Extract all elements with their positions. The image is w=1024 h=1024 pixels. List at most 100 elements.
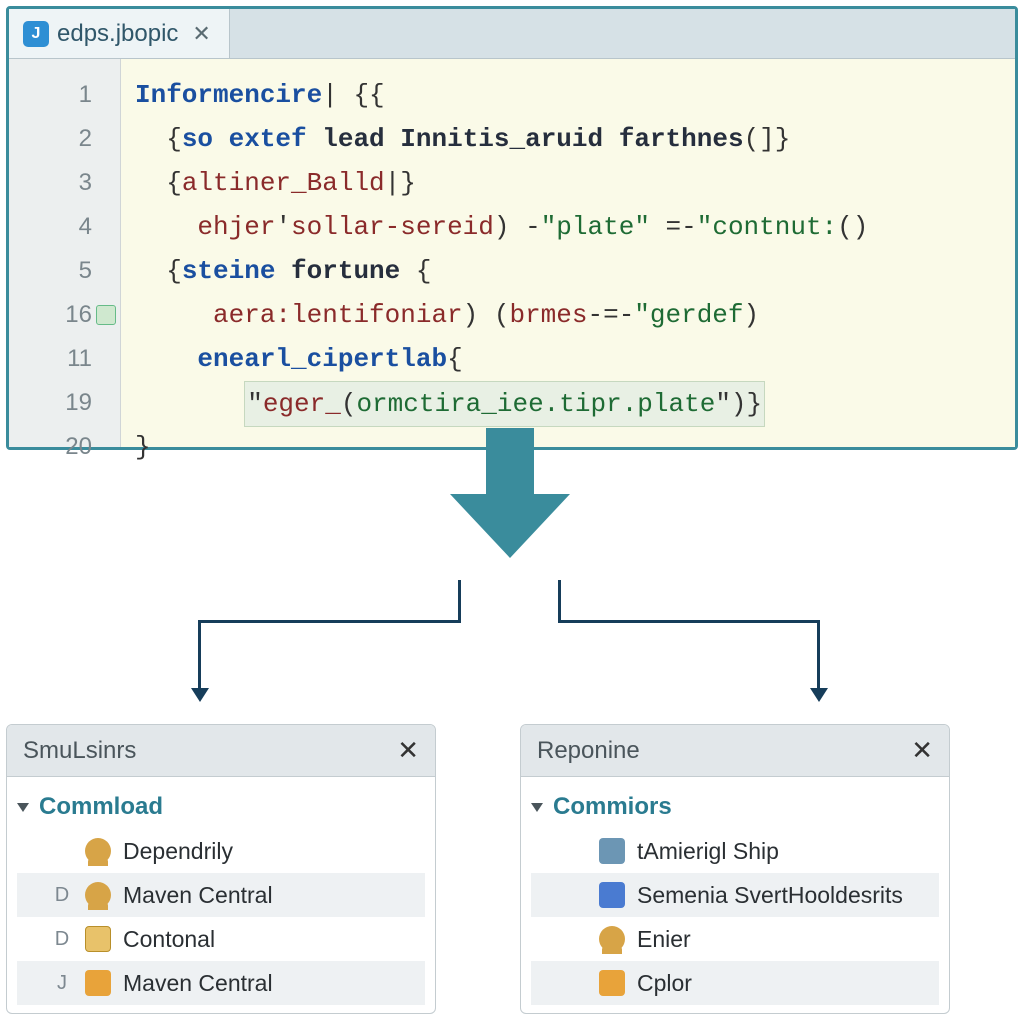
editor-tab[interactable]: edps.jbopic ✕ xyxy=(9,9,230,58)
doc-icon xyxy=(85,926,111,952)
code-line[interactable]: enearl_cipertlab{ xyxy=(135,337,1003,381)
tree-item-label: Contonal xyxy=(123,926,215,953)
chevron-down-icon xyxy=(531,803,543,812)
editor-tabbar: edps.jbopic ✕ xyxy=(9,9,1015,59)
gutter-line: 2 xyxy=(9,117,120,161)
code-token: { xyxy=(135,168,182,198)
tree-item-label: Semenia SvertHooldesrits xyxy=(637,882,903,909)
folder-icon xyxy=(85,970,111,996)
tree-item[interactable]: Cplor xyxy=(531,961,939,1005)
code-line[interactable]: Informencire| {{ xyxy=(135,73,1003,117)
code-line[interactable]: {steine fortune { xyxy=(135,249,1003,293)
tree-item[interactable]: J Maven Central xyxy=(17,961,425,1005)
code-token: "contnut: xyxy=(697,212,837,242)
code-token: } xyxy=(135,432,151,462)
left-panel: SmuLsinrs ✕ Commload DependrilyDMaven Ce… xyxy=(6,724,436,1014)
tree-item[interactable]: Dependrily xyxy=(17,829,425,873)
gutter-line: 1 xyxy=(9,73,120,117)
code-line[interactable]: aera:lentifoniar) (brmes-=-"gerdef) xyxy=(135,293,1003,337)
card-icon xyxy=(599,882,625,908)
close-icon[interactable]: ✕ xyxy=(911,735,933,766)
code-token: (]} xyxy=(744,124,791,154)
code-token: { xyxy=(400,256,431,286)
code-token: () xyxy=(837,212,868,242)
code-token: ) xyxy=(744,300,760,330)
code-token: farthnes xyxy=(619,124,744,154)
code-token: brmes xyxy=(509,300,587,330)
right-panel-title: Reponine xyxy=(537,737,640,765)
code-editor-panel: edps.jbopic ✕ 1234516111920 Informencire… xyxy=(6,6,1018,450)
code-token: |} xyxy=(385,168,416,198)
gutter-line: 4 xyxy=(9,205,120,249)
tree-root-label: Commiors xyxy=(553,793,672,821)
code-token: lead xyxy=(322,124,384,154)
code-token xyxy=(135,300,213,330)
code-line[interactable]: {altiner_Balld|} xyxy=(135,161,1003,205)
editor-tab-filename: edps.jbopic xyxy=(57,20,178,48)
code-token: =- xyxy=(650,212,697,242)
code-token: "plate" xyxy=(541,212,650,242)
code-token: " xyxy=(247,389,263,419)
item-badge: D xyxy=(51,884,73,907)
code-token: so extef xyxy=(182,124,307,154)
code-token: "gerdef xyxy=(634,300,743,330)
highlighted-snippet: "eger_(ormctira_iee.tipr.plate")} xyxy=(244,381,765,427)
tree-item[interactable]: Semenia SvertHooldesrits xyxy=(531,873,939,917)
person-icon xyxy=(599,926,625,952)
person-icon xyxy=(85,882,111,908)
code-token xyxy=(135,212,197,242)
right-panel-header: Reponine ✕ xyxy=(521,725,949,777)
gutter-line: 11 xyxy=(9,337,120,381)
item-badge: D xyxy=(51,928,73,951)
gutter-line: 5 xyxy=(9,249,120,293)
flow-arrow-down-icon xyxy=(450,428,570,568)
item-badge: J xyxy=(51,972,73,995)
code-token: ) ( xyxy=(463,300,510,330)
tree-item[interactable]: D Contonal xyxy=(17,917,425,961)
chevron-down-icon xyxy=(17,803,29,812)
tree-root-label: Commload xyxy=(39,793,163,821)
code-line[interactable]: {so extef lead Innitis_aruid farthnes(]} xyxy=(135,117,1003,161)
db-icon xyxy=(599,838,625,864)
code-token xyxy=(307,124,323,154)
editor-code-area[interactable]: Informencire| {{ {so extef lead Innitis_… xyxy=(121,59,1015,447)
close-icon[interactable]: ✕ xyxy=(397,735,419,766)
tree-item-label: Cplor xyxy=(637,970,692,997)
folder-icon xyxy=(599,970,625,996)
code-line[interactable]: "eger_(ormctira_iee.tipr.plate")} xyxy=(135,381,1003,425)
code-token: ehjer xyxy=(197,212,275,242)
tree-item[interactable]: Enier xyxy=(531,917,939,961)
code-token: steine xyxy=(182,256,276,286)
code-line[interactable]: ehjer'sollar-sereid) -"plate" =-"contnut… xyxy=(135,205,1003,249)
java-file-icon xyxy=(23,21,49,47)
tree-item-label: Enier xyxy=(637,926,691,953)
tree-item-label: tAmierigl Ship xyxy=(637,838,779,865)
code-token: ' xyxy=(275,212,291,242)
tree-root[interactable]: Commload xyxy=(17,785,425,829)
code-token xyxy=(275,256,291,286)
left-panel-title: SmuLsinrs xyxy=(23,737,136,765)
tree-root[interactable]: Commiors xyxy=(531,785,939,829)
tree-item-label: Maven Central xyxy=(123,970,273,997)
editor-body: 1234516111920 Informencire| {{ {so extef… xyxy=(9,59,1015,447)
code-token: enearl_cipertlab xyxy=(197,344,447,374)
code-token: Innitis_aruid xyxy=(400,124,603,154)
code-token: -=- xyxy=(587,300,634,330)
code-token: eger_ xyxy=(263,389,341,419)
close-icon[interactable]: ✕ xyxy=(192,21,210,47)
person-icon xyxy=(85,838,111,864)
right-panel-tree: Commiors tAmierigl Ship Semenia SvertHool… xyxy=(521,777,949,1009)
code-token: ")} xyxy=(715,389,762,419)
code-token: { xyxy=(135,124,182,154)
tree-item[interactable]: tAmierigl Ship xyxy=(531,829,939,873)
left-panel-tree: Commload DependrilyDMaven CentralDConton… xyxy=(7,777,435,1009)
tree-item[interactable]: DMaven Central xyxy=(17,873,425,917)
tree-item-label: Dependrily xyxy=(123,838,233,865)
code-token: sollar-sereid xyxy=(291,212,494,242)
breakpoint-icon[interactable] xyxy=(96,305,116,325)
code-token: { xyxy=(447,344,463,374)
editor-gutter: 1234516111920 xyxy=(9,59,121,447)
flow-connector xyxy=(190,580,830,710)
code-token xyxy=(603,124,619,154)
code-token: aera:lentifoniar xyxy=(213,300,463,330)
